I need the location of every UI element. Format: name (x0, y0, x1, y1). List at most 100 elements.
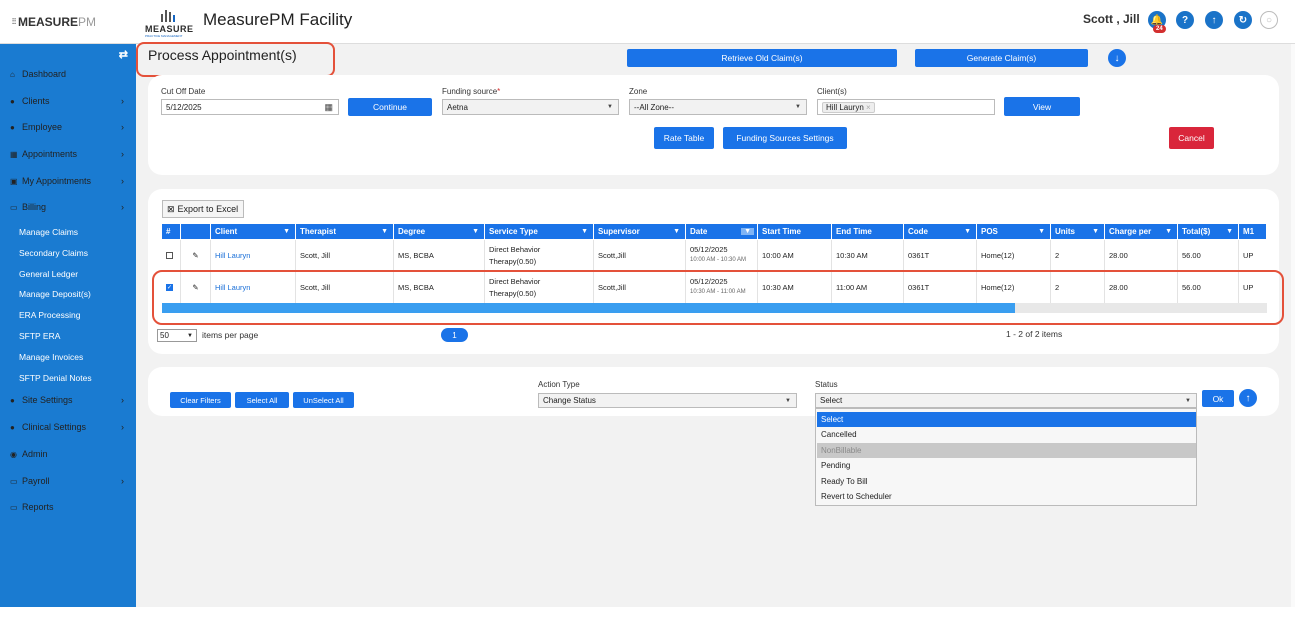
select-all-button[interactable]: Select All (235, 392, 289, 408)
filter-icon[interactable]: ▼ (472, 228, 479, 235)
status-option-pending[interactable]: Pending (817, 458, 1196, 473)
sidebar-subitem-sftp-era[interactable]: SFTP ERA (19, 331, 60, 341)
refresh-icon[interactable]: ↻ (1234, 11, 1252, 29)
col-header-charge-per[interactable]: Charge per ▼ (1105, 224, 1178, 239)
col-header-total[interactable]: Total($) ▼ (1178, 224, 1239, 239)
continue-button[interactable]: Continue (348, 98, 432, 116)
filter-icon[interactable]: ▼ (673, 228, 680, 235)
sidebar-item-clients[interactable]: ● Clients › (0, 93, 136, 109)
page-title: Process Appointment(s) (148, 47, 297, 63)
col-header-pos[interactable]: POS ▼ (977, 224, 1051, 239)
filter-icon[interactable]: ▼ (283, 228, 290, 235)
sidebar-item-label: Reports (22, 502, 54, 512)
action-type-select[interactable]: Change Status ▼ (538, 393, 797, 408)
col-header-units[interactable]: Units ▼ (1051, 224, 1105, 239)
status-dropdown: Select Cancelled NonBillable Pending Rea… (815, 408, 1197, 506)
page-size-select[interactable]: 50 ▼ (157, 329, 197, 342)
col-header-label: Total($) (1182, 227, 1211, 236)
edit-icon[interactable]: ✎ (181, 240, 211, 271)
chip-close-icon[interactable]: × (866, 103, 871, 112)
unselect-all-button[interactable]: UnSelect All (293, 392, 354, 408)
employee-icon: ● (10, 122, 15, 132)
view-button[interactable]: View (1004, 97, 1080, 116)
sidebar-subitem-manage-invoices[interactable]: Manage Invoices (19, 352, 83, 362)
sidebar-subitem-manage-deposits[interactable]: Manage Deposit(s) (19, 289, 91, 299)
status-option-nonbillable[interactable]: NonBillable (817, 443, 1196, 458)
cancel-button[interactable]: Cancel (1169, 127, 1214, 149)
sidebar-item-reports[interactable]: ▭ Reports (0, 499, 136, 515)
row-checkbox[interactable] (162, 240, 181, 271)
dashboard-icon: ⌂ (10, 69, 15, 79)
generate-claims-button[interactable]: Generate Claim(s) (915, 49, 1088, 67)
filter-icon[interactable]: ▼ (1226, 228, 1233, 235)
app-title: MeasurePM Facility (203, 10, 353, 29)
col-header-service-type[interactable]: Service Type ▼ (485, 224, 594, 239)
sidebar-item-appointments[interactable]: ▦ Appointments › (0, 146, 136, 162)
filter-icon[interactable]: ▼ (1038, 228, 1045, 235)
checkbox[interactable] (166, 252, 173, 259)
notification-badge: 24 (1153, 25, 1166, 33)
client-link[interactable]: Hill Lauryn (211, 240, 296, 271)
rate-table-button[interactable]: Rate Table (654, 127, 714, 149)
col-header-therapist[interactable]: Therapist ▼ (296, 224, 394, 239)
sidebar-item-employee[interactable]: ● Employee › (0, 119, 136, 135)
export-to-excel-button[interactable]: ⊠ Export to Excel (162, 200, 244, 218)
zone-select[interactable]: --All Zone-- ▼ (629, 99, 807, 115)
sidebar-item-payroll[interactable]: ▭ Payroll › (0, 473, 136, 489)
filter-active-icon[interactable]: ▼ (741, 228, 754, 235)
status-option-cancelled[interactable]: Cancelled (817, 427, 1196, 442)
sidebar-subitem-manage-claims[interactable]: Manage Claims (19, 227, 78, 237)
sidebar-subitem-general-ledger[interactable]: General Ledger (19, 269, 78, 279)
export-to-excel-label: Export to Excel (177, 204, 239, 214)
ok-button[interactable]: Ok (1202, 390, 1234, 407)
status-option-revert-to-scheduler[interactable]: Revert to Scheduler (817, 489, 1196, 504)
sidebar-subitem-secondary-claims[interactable]: Secondary Claims (19, 248, 88, 258)
col-header-date[interactable]: Date ▼ (686, 224, 758, 239)
calendar-icon[interactable]: ▦ (324, 102, 333, 113)
units-cell: 2 (1051, 240, 1105, 271)
status-select[interactable]: Select ▼ (815, 393, 1197, 408)
scroll-up-icon[interactable]: ↑ (1239, 389, 1257, 407)
cutoff-date-input[interactable]: 5/12/2025 ▦ (161, 99, 339, 115)
sidebar-item-admin[interactable]: ◉ Admin (0, 446, 136, 462)
clear-filters-button[interactable]: Clear Filters (170, 392, 231, 408)
sidebar-item-clinical-settings[interactable]: ● Clinical Settings › (0, 419, 136, 435)
funding-source-select[interactable]: Aetna ▼ (442, 99, 619, 115)
clients-multiselect[interactable]: Hill Lauryn × (817, 99, 995, 115)
col-header-supervisor[interactable]: Supervisor ▼ (594, 224, 686, 239)
logo-bars-icon (161, 10, 175, 22)
filter-icon[interactable]: ▼ (1092, 228, 1099, 235)
filter-icon[interactable]: ▼ (381, 228, 388, 235)
col-header-degree[interactable]: Degree ▼ (394, 224, 485, 239)
sidebar-subitem-era-processing[interactable]: ERA Processing (19, 310, 80, 320)
sidebar-subitem-sftp-denial-notes[interactable]: SFTP Denial Notes (19, 373, 92, 383)
filter-icon[interactable]: ▼ (581, 228, 588, 235)
sidebar-toggle-icon[interactable]: ⇄ (119, 48, 128, 61)
sidebar-item-label: Employee (22, 122, 63, 132)
user-avatar-icon[interactable]: ○ (1260, 11, 1278, 29)
col-header-code[interactable]: Code ▼ (904, 224, 977, 239)
filter-icon[interactable]: ▼ (1165, 228, 1172, 235)
status-option-ready-to-bill[interactable]: Ready To Bill (817, 474, 1196, 489)
status-option-select[interactable]: Select (817, 412, 1196, 427)
user-name[interactable]: Scott , Jill (1083, 12, 1140, 26)
sidebar-item-site-settings[interactable]: ● Site Settings › (0, 392, 136, 408)
col-header-label: Service Type (489, 227, 538, 236)
col-header-client[interactable]: Client ▼ (211, 224, 296, 239)
sidebar-item-dashboard[interactable]: ⌂ Dashboard (0, 66, 136, 82)
filter-icon[interactable]: ▼ (964, 228, 971, 235)
sidebar-item-billing[interactable]: ▭ Billing › (0, 199, 136, 215)
client-chip[interactable]: Hill Lauryn × (822, 101, 875, 113)
sidebar-item-my-appointments[interactable]: ▣ My Appointments › (0, 173, 136, 189)
scroll-down-icon[interactable]: ↓ (1108, 49, 1126, 67)
degree-cell: MS, BCBA (394, 240, 485, 271)
page-1-button[interactable]: 1 (441, 328, 468, 342)
funding-sources-settings-button[interactable]: Funding Sources Settings (723, 127, 847, 149)
col-header-start-time[interactable]: Start Time (758, 224, 832, 239)
facility-logo: MEASURE PRACTICE MANAGEMENT (145, 8, 197, 38)
upload-icon[interactable]: ↑ (1205, 11, 1223, 29)
retrieve-old-claims-button[interactable]: Retrieve Old Claim(s) (627, 49, 897, 67)
sidebar-logo[interactable]: ⫶⫶ MEASURE PM (0, 0, 136, 44)
col-header-end-time[interactable]: End Time (832, 224, 904, 239)
help-icon[interactable]: ? (1176, 11, 1194, 29)
